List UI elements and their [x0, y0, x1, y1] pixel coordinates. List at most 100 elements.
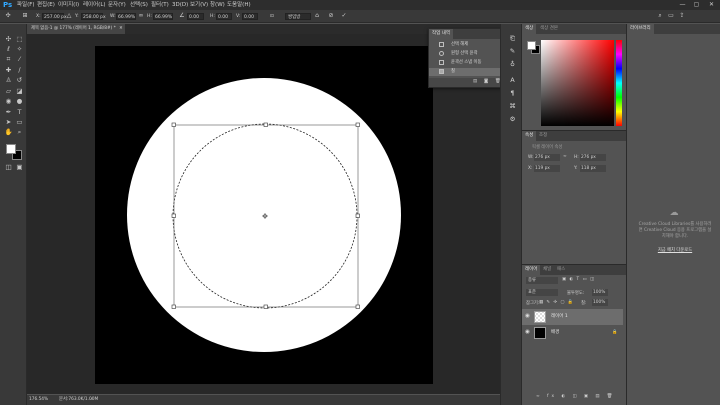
visibility-eye-icon[interactable]: ◉: [524, 313, 531, 320]
zoom-level[interactable]: 176.54%: [29, 395, 48, 405]
paragraph-panel-icon[interactable]: ¶: [508, 89, 517, 98]
screen-mode-icon[interactable]: ▣: [15, 163, 24, 172]
healing-brush-icon[interactable]: ✚: [4, 66, 13, 75]
move-tool-icon[interactable]: ✣: [4, 35, 13, 44]
opacity-field[interactable]: 100%: [592, 289, 608, 296]
tool-presets-icon[interactable]: ⚙: [508, 115, 517, 124]
h-skew-field[interactable]: 0.00: [216, 13, 232, 20]
color-field[interactable]: [541, 40, 614, 126]
zoom-tool-icon[interactable]: ⌕: [15, 128, 24, 137]
tab-channels[interactable]: 채널: [540, 265, 554, 275]
tab-adjustments[interactable]: 조정: [536, 131, 550, 141]
tab-properties[interactable]: 속성: [522, 131, 537, 141]
warp-icon[interactable]: ⌂: [313, 12, 321, 20]
menu-window[interactable]: 창(W): [210, 0, 225, 10]
layer-footer-icons[interactable]: ∞ fx ◐ ◫ ▣ ▤ 🗑: [536, 394, 615, 399]
transform-handle[interactable]: [355, 304, 360, 309]
layer-name[interactable]: 배경: [551, 325, 559, 341]
search-icon[interactable]: ⌕: [656, 12, 664, 20]
path-selection-icon[interactable]: ➤: [4, 118, 13, 127]
prop-y-field[interactable]: 118 px: [580, 165, 606, 172]
menu-help[interactable]: 도움말(H): [227, 0, 251, 10]
share-icon[interactable]: ⇪: [678, 12, 686, 20]
link-icon[interactable]: ∞: [137, 12, 145, 20]
fill-field[interactable]: 100%: [592, 299, 608, 306]
transform-handle[interactable]: [355, 122, 360, 127]
w-field[interactable]: 66.99%: [116, 13, 136, 20]
history-item[interactable]: 선택 해제: [429, 41, 507, 49]
tab-paths[interactable]: 패스: [554, 265, 568, 275]
document-tab[interactable]: 제목 없음-1 @ 177% (레이어 1, RGB/8#) * ✕: [27, 24, 125, 34]
eyedropper-icon[interactable]: ⁄: [15, 55, 24, 64]
shape-tool-icon[interactable]: ▭: [15, 118, 24, 127]
snapshot-icon[interactable]: ◙: [484, 79, 488, 84]
menu-type[interactable]: 문자(Y): [108, 0, 126, 10]
menu-3d[interactable]: 3D(D): [172, 0, 188, 10]
history-panel-icon[interactable]: ⎗: [508, 34, 517, 43]
layer-filter-icons[interactable]: ▣ ◐ T ▭ ◫: [562, 277, 595, 282]
menu-view[interactable]: 보기(V): [190, 0, 208, 10]
history-brush-icon[interactable]: ↺: [15, 76, 24, 85]
lock-icons[interactable]: ▦ ✎ ✣ ▢ 🔒: [539, 300, 574, 305]
layer-name[interactable]: 레이어 1: [551, 309, 568, 325]
transform-handle[interactable]: [171, 213, 176, 218]
transform-handle[interactable]: [171, 122, 176, 127]
x-field[interactable]: 257.00 px: [42, 13, 67, 20]
layer-filter-select[interactable]: 종류: [526, 277, 558, 284]
y-field[interactable]: 258.00 px: [81, 13, 106, 20]
brush-panel-icon[interactable]: ✎: [508, 47, 517, 56]
pen-tool-icon[interactable]: ✒: [4, 108, 13, 117]
menu-layer[interactable]: 레이어(L): [83, 0, 106, 10]
angle-field[interactable]: 0.00: [187, 13, 204, 20]
menu-filter[interactable]: 필터(T): [151, 0, 169, 10]
lasso-tool-icon[interactable]: ℓ: [4, 45, 13, 54]
tab-libraries[interactable]: 라이브러리: [627, 24, 654, 34]
transform-handle[interactable]: [355, 213, 360, 218]
tab-close-icon[interactable]: ✕: [119, 26, 123, 31]
history-item-selected[interactable]: 칠: [429, 68, 507, 76]
blur-tool-icon[interactable]: ◉: [4, 97, 13, 106]
document-canvas[interactable]: [95, 46, 433, 384]
v-skew-field[interactable]: 0.00: [242, 13, 258, 20]
download-link[interactable]: 지금 페치 다운로드: [637, 247, 713, 253]
visibility-eye-icon[interactable]: ◉: [524, 329, 531, 336]
hand-tool-icon[interactable]: ✋: [4, 128, 13, 137]
menu-image[interactable]: 이미지(I): [58, 0, 79, 10]
close-icon[interactable]: ✕: [706, 0, 717, 10]
h-field[interactable]: 66.99%: [153, 13, 173, 20]
minimize-icon[interactable]: —: [677, 0, 688, 10]
link-icon[interactable]: ∞: [563, 154, 567, 159]
history-item[interactable]: 원형 선택 윤곽: [429, 50, 507, 58]
hue-slider[interactable]: [616, 40, 622, 126]
menu-select[interactable]: 선택(S): [130, 0, 148, 10]
history-item[interactable]: 윤곽선 스냅 이동: [429, 59, 507, 67]
menu-edit[interactable]: 편집(E): [37, 0, 55, 10]
workspace-icon[interactable]: ▭: [667, 12, 675, 20]
prop-x-field[interactable]: 119 px: [534, 165, 560, 172]
crop-tool-icon[interactable]: ⌗: [4, 55, 13, 64]
layer-row-selected[interactable]: ◉ 레이어 1: [522, 309, 623, 325]
clone-stamp-icon[interactable]: ♙: [4, 76, 13, 85]
brush-tool-icon[interactable]: ∕: [15, 66, 24, 75]
layer-row[interactable]: ◉ 배경 🔒: [522, 325, 623, 341]
blend-mode-select[interactable]: 표준: [526, 289, 558, 296]
tab-history[interactable]: 작업 내역: [429, 29, 453, 39]
move-tool-icon[interactable]: ✣: [4, 12, 12, 20]
magic-wand-icon[interactable]: ✧: [15, 45, 24, 54]
quick-mask-icon[interactable]: ◫: [4, 163, 13, 172]
tab-layers[interactable]: 레이어: [522, 265, 541, 275]
marquee-tool-icon[interactable]: ⬚: [15, 35, 24, 44]
menu-file[interactable]: 파일(F): [17, 0, 35, 10]
glyphs-panel-icon[interactable]: ⌘: [508, 102, 517, 111]
interpolation-select[interactable]: 쌍입방: [285, 13, 311, 20]
maximize-icon[interactable]: ▢: [691, 0, 702, 10]
transform-handle[interactable]: [171, 304, 176, 309]
transform-handle[interactable]: [263, 304, 268, 309]
new-document-from-state-icon[interactable]: ▤: [473, 79, 477, 84]
eraser-tool-icon[interactable]: ▱: [4, 87, 13, 96]
tab-swatches[interactable]: 색상 견본: [537, 24, 561, 34]
prop-h-field[interactable]: 276 px: [580, 154, 606, 161]
prop-w-field[interactable]: 276 px: [534, 154, 560, 161]
cancel-transform-icon[interactable]: ⊘: [327, 12, 335, 20]
type-tool-icon[interactable]: T: [15, 108, 24, 117]
